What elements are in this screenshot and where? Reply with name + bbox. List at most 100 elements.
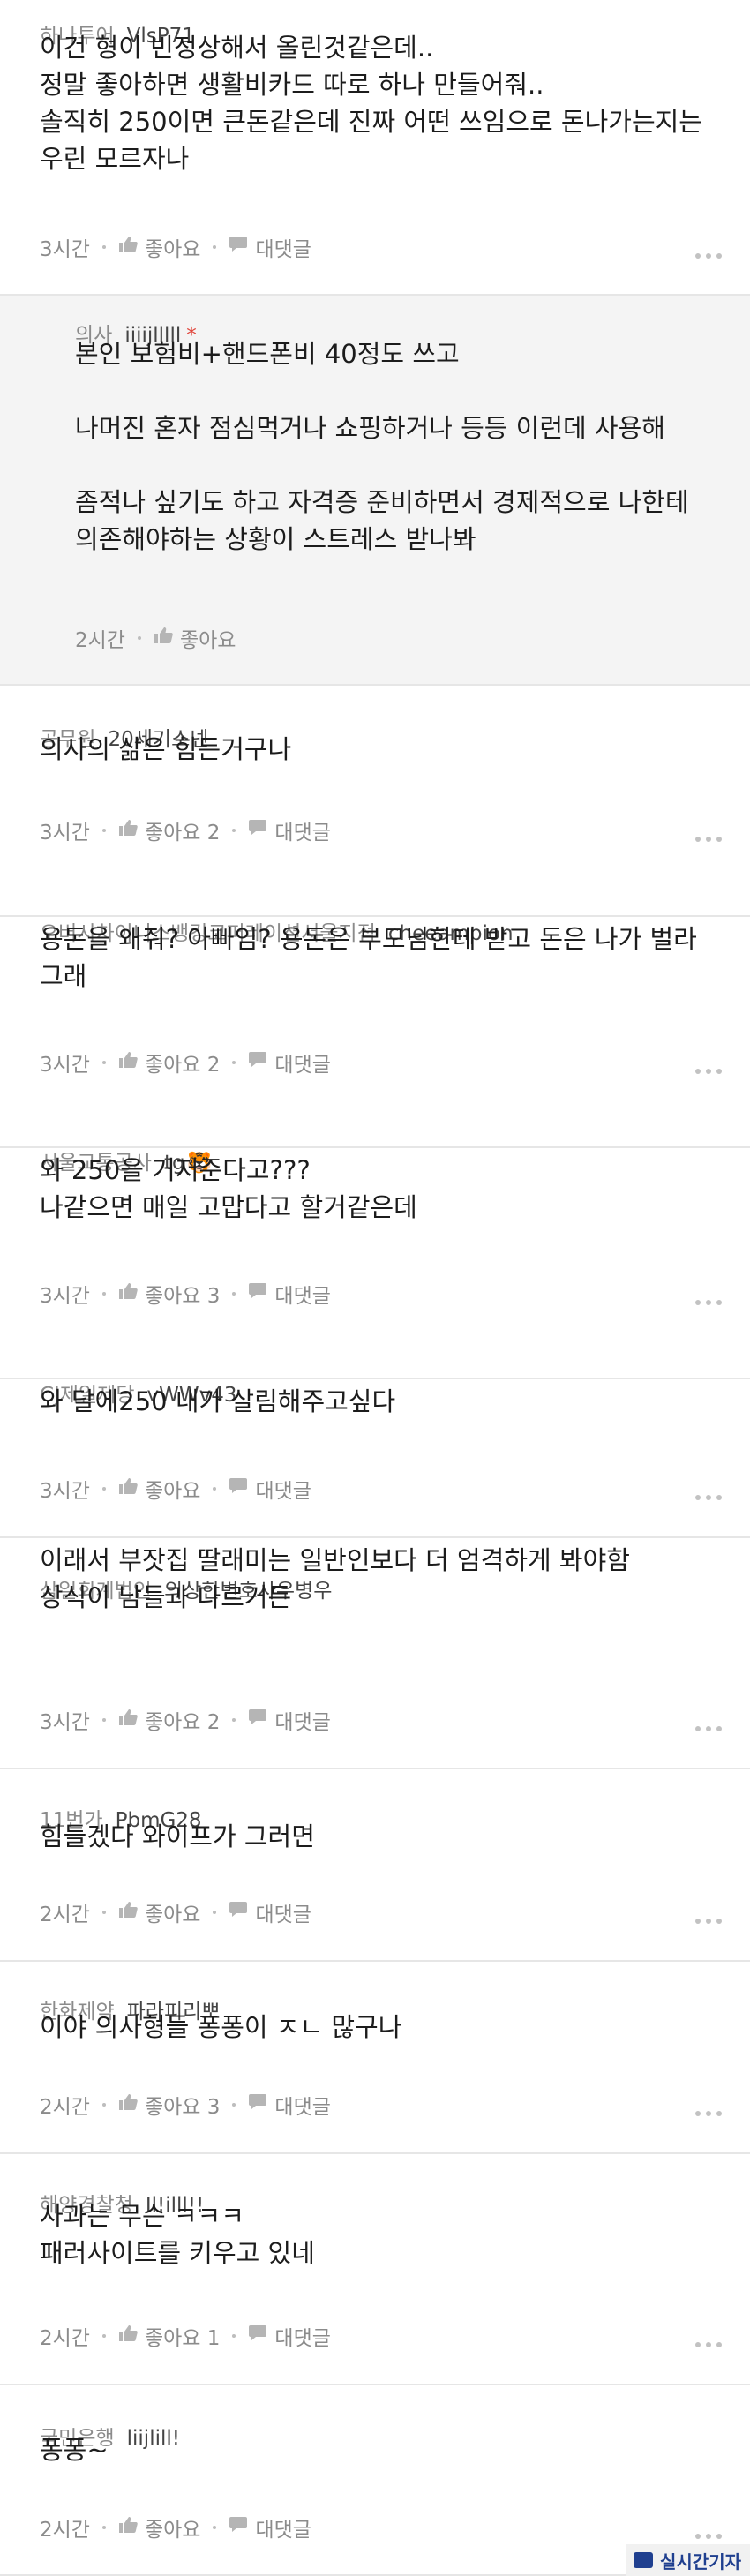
separator-dot xyxy=(137,636,141,640)
reply-button[interactable]: 대댓글 xyxy=(248,2090,331,2120)
more-options-button[interactable] xyxy=(695,1495,722,1500)
more-options-button[interactable] xyxy=(695,253,722,259)
more-dot-icon xyxy=(706,2111,711,2116)
separator-dot xyxy=(101,2334,106,2338)
more-options-button[interactable] xyxy=(695,1919,722,1924)
more-options-button[interactable] xyxy=(695,1069,722,1074)
speech-bubble-icon xyxy=(248,819,274,842)
reply-button[interactable]: 대댓글 xyxy=(248,1048,331,1078)
reply-button[interactable]: 대댓글 xyxy=(229,2512,311,2542)
like-button[interactable]: 좋아요 xyxy=(118,232,200,262)
comment-line: 의사의 삶은 힘든거구나 xyxy=(40,734,292,764)
separator-dot xyxy=(101,245,106,249)
more-options-button[interactable] xyxy=(695,2534,722,2539)
separator-dot xyxy=(213,2526,217,2529)
comment-line: 그래 xyxy=(40,961,87,991)
reply-button[interactable]: 대댓글 xyxy=(248,2321,331,2351)
more-dot-icon xyxy=(706,253,711,259)
comment-item: 공무원 20세기소넨 의사의 삶은 힘든거구나 3시간 좋아요 2 대댓글 xyxy=(0,686,750,917)
thumbs-up-icon xyxy=(118,1282,145,1305)
speech-bubble-icon xyxy=(229,236,255,259)
timestamp: 3시간 xyxy=(40,238,90,261)
comment-line: 나머진 혼자 점심먹거나 쇼핑하거나 등등 이런데 사용해 xyxy=(75,413,665,443)
like-button[interactable]: 좋아요 3 xyxy=(118,2090,220,2120)
more-dot-icon xyxy=(695,1495,701,1500)
more-options-button[interactable] xyxy=(695,1726,722,1731)
comment-line: 정말 좋아하면 생활비카드 따로 하나 만들어줘.. xyxy=(40,70,544,100)
separator-dot xyxy=(232,1292,236,1296)
more-options-button[interactable] xyxy=(695,2342,722,2347)
reply-button[interactable]: 대댓글 xyxy=(248,1279,331,1309)
comment-body: 이야 의사형들 퐁퐁이 ㅈㄴ 많구나 xyxy=(40,2009,401,2046)
more-dot-icon xyxy=(695,1726,701,1731)
comment-body: 와 달에250 내가 살림해주고싶다 xyxy=(40,1383,395,1420)
comment-item: 한화제약 파라피리뽀 이야 의사형들 퐁퐁이 ㅈㄴ 많구나 2시간 좋아요 3 대댓글 xyxy=(0,1962,750,2154)
separator-dot xyxy=(213,245,217,249)
more-dot-icon xyxy=(716,2534,722,2539)
separator-dot xyxy=(232,1061,236,1064)
timestamp: 2시간 xyxy=(40,1904,90,1926)
more-dot-icon xyxy=(695,1300,701,1305)
reply-item: 의사 iiiijlllll * 본인 보험비+핸드폰비 40정도 쓰고 나머진 혼자 점… xyxy=(0,296,750,686)
more-options-button[interactable] xyxy=(695,1300,722,1305)
reply-label: 대댓글 xyxy=(274,1285,331,1308)
reply-button[interactable]: 대댓글 xyxy=(229,1474,311,1504)
more-dot-icon xyxy=(695,1069,701,1074)
comment-body: 용돈을 왜줘? 아빠임? 용돈은 부모님한테 받고 돈은 나가 벌라그래 xyxy=(40,920,697,995)
thumbs-up-icon xyxy=(118,1477,145,1500)
more-dot-icon xyxy=(716,837,722,842)
like-button[interactable]: 좋아요 xyxy=(154,623,236,653)
more-dot-icon xyxy=(716,1495,722,1500)
like-button[interactable]: 좋아요 2 xyxy=(118,815,220,845)
reply-label: 대댓글 xyxy=(274,1711,331,1734)
more-dot-icon xyxy=(716,1919,722,1924)
thumbs-up-icon xyxy=(118,1051,145,1074)
more-dot-icon xyxy=(706,1495,711,1500)
reply-button[interactable]: 대댓글 xyxy=(248,1705,331,1735)
reply-button[interactable]: 대댓글 xyxy=(229,1897,311,1927)
comment-actions: 2시간 좋아요 1 대댓글 xyxy=(40,2321,331,2351)
like-label: 좋아요 xyxy=(144,238,201,261)
like-button[interactable]: 좋아요 xyxy=(118,1474,200,1504)
separator-dot xyxy=(232,1718,236,1722)
comment-line: 패러사이트를 키우고 있네 xyxy=(40,2238,315,2268)
like-button[interactable]: 좋아요 1 xyxy=(118,2321,220,2351)
author-nickname[interactable]: liijlill! xyxy=(127,2427,180,2450)
comment-item: 오버시차이니스뱅킹코퍼레이션서울지점 cheeampion 용돈을 왜줘? 아빠임?… xyxy=(0,917,750,1148)
more-options-button[interactable] xyxy=(695,837,722,842)
comment-item: CJ제일제당 vWWv43 와 달에250 내가 살림해주고싶다 3시간 좋아요 대댓글 xyxy=(0,1379,750,1538)
more-dot-icon xyxy=(716,2111,722,2116)
like-button[interactable]: 좋아요 2 xyxy=(118,1048,220,1078)
like-button[interactable]: 좋아요 3 xyxy=(118,1279,220,1309)
like-label: 좋아요 xyxy=(144,1904,201,1926)
more-dot-icon xyxy=(716,253,722,259)
reply-button[interactable]: 대댓글 xyxy=(248,815,331,845)
like-button[interactable]: 좋아요 2 xyxy=(118,1705,220,1735)
like-button[interactable]: 좋아요 xyxy=(118,1897,200,1927)
comment-line: 이건 형이 빈정상해서 올린것같은데.. xyxy=(40,33,434,63)
like-label: 좋아요 2 xyxy=(144,1711,221,1734)
reply-button[interactable]: 대댓글 xyxy=(229,232,311,262)
comment-item: 서울교통공사 tg🐯 와 250을 거저준다고??? 나같으면 매일 고맙다고 할거같… xyxy=(0,1148,750,1379)
more-options-button[interactable] xyxy=(695,2111,722,2116)
comment-actions: 3시간 좋아요 대댓글 xyxy=(40,232,311,262)
timestamp: 2시간 xyxy=(40,2327,90,2350)
like-button[interactable]: 좋아요 xyxy=(118,2512,200,2542)
more-dot-icon xyxy=(706,1069,711,1074)
thumbs-up-icon xyxy=(118,1709,145,1731)
watermark-logo-icon xyxy=(634,2552,653,2568)
comment-item: 해양경찰청 Il!illl!! 사과는 무슨 ㅋㅋㅋ 패러사이트를 키우고 있네 2시간… xyxy=(0,2154,750,2385)
comment-actions: 3시간 좋아요 2 대댓글 xyxy=(40,1048,331,1078)
comment-line: 용돈을 왜줘? 아빠임? 용돈은 부모님한테 받고 돈은 나가 벌라 xyxy=(40,924,697,954)
comment-actions: 3시간 좋아요 2 대댓글 xyxy=(40,815,331,845)
reply-label: 대댓글 xyxy=(255,1904,311,1926)
separator-dot xyxy=(232,2103,236,2107)
thumbs-up-icon xyxy=(118,2516,145,2539)
like-label: 좋아요 xyxy=(179,629,236,652)
timestamp: 2시간 xyxy=(40,2096,90,2119)
comment-item: 하나투어 VlsP71 이건 형이 빈정상해서 올린것같은데.. 정말 좋아하면 생활… xyxy=(0,0,750,296)
comment-actions: 2시간 좋아요 대댓글 xyxy=(40,1897,311,1927)
separator-dot xyxy=(101,1292,106,1296)
comment-actions: 3시간 좋아요 2 대댓글 xyxy=(40,1705,331,1735)
